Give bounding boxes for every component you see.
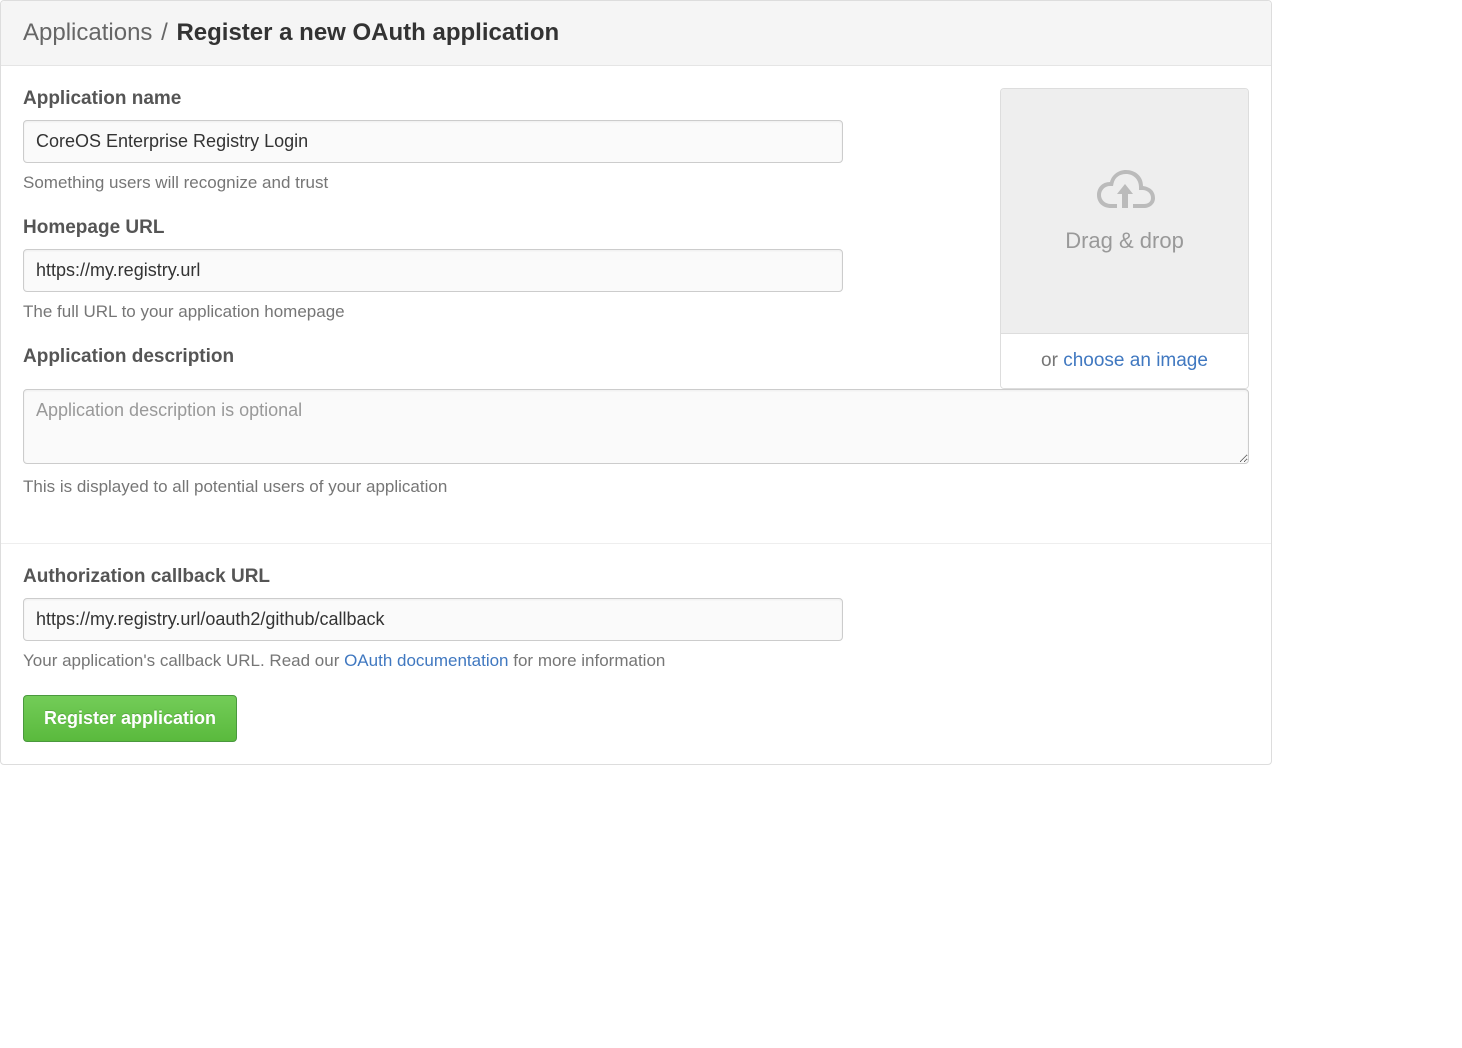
callback-section: Authorization callback URL Your applicat… bbox=[1, 543, 1271, 764]
callback-help-prefix: Your application's callback URL. Read ou… bbox=[23, 651, 344, 670]
oauth-docs-link[interactable]: OAuth documentation bbox=[344, 651, 508, 670]
image-drop-zone[interactable]: Drag & drop bbox=[1001, 89, 1248, 333]
callback-help-suffix: for more information bbox=[509, 651, 666, 670]
description-textarea[interactable] bbox=[23, 389, 1249, 464]
cloud-upload-icon bbox=[1095, 168, 1155, 212]
drag-drop-label: Drag & drop bbox=[1065, 228, 1184, 254]
app-name-label: Application name bbox=[23, 88, 970, 110]
panel-header: Applications / Register a new OAuth appl… bbox=[1, 1, 1271, 66]
description-help: This is displayed to all potential users… bbox=[23, 477, 1249, 497]
homepage-url-input[interactable] bbox=[23, 249, 843, 292]
description-label: Application description bbox=[23, 346, 970, 368]
homepage-url-label: Homepage URL bbox=[23, 217, 970, 239]
register-application-button[interactable]: Register application bbox=[23, 695, 237, 742]
choose-image-link[interactable]: choose an image bbox=[1063, 350, 1208, 371]
or-text: or bbox=[1041, 350, 1063, 371]
description-field-group: This is displayed to all potential users… bbox=[23, 389, 1249, 497]
homepage-url-group: Homepage URL The full URL to your applic… bbox=[23, 217, 970, 322]
callback-url-group: Authorization callback URL Your applicat… bbox=[23, 566, 1249, 671]
image-choose-footer: or choose an image bbox=[1001, 333, 1248, 388]
callback-url-label: Authorization callback URL bbox=[23, 566, 1249, 588]
breadcrumb-separator: / bbox=[161, 19, 168, 46]
breadcrumb-root[interactable]: Applications bbox=[23, 19, 152, 46]
description-group: Application description bbox=[23, 346, 970, 368]
app-name-help: Something users will recognize and trust bbox=[23, 173, 970, 193]
panel-body: Application name Something users will re… bbox=[1, 66, 1271, 543]
oauth-app-panel: Applications / Register a new OAuth appl… bbox=[0, 0, 1272, 765]
image-upload-box: Drag & drop or choose an image bbox=[1000, 88, 1249, 389]
app-name-group: Application name Something users will re… bbox=[23, 88, 970, 193]
callback-url-help: Your application's callback URL. Read ou… bbox=[23, 651, 1249, 671]
callback-url-input[interactable] bbox=[23, 598, 843, 641]
app-name-input[interactable] bbox=[23, 120, 843, 163]
homepage-url-help: The full URL to your application homepag… bbox=[23, 302, 970, 322]
page-title: Register a new OAuth application bbox=[176, 19, 559, 46]
